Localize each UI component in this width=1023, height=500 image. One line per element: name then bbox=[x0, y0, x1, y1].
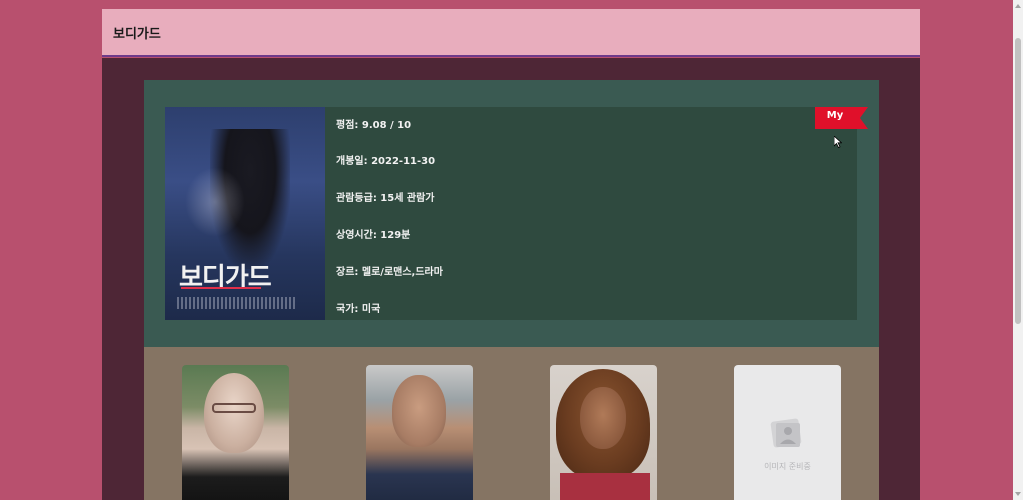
poster-credits bbox=[177, 297, 297, 309]
cast-card[interactable] bbox=[182, 365, 289, 500]
cast-photo-face bbox=[392, 375, 446, 447]
movie-details: 평점: 9.08 / 10 개봉일: 2022-11-30 관람등급: 15세 … bbox=[336, 107, 806, 320]
movie-poster: 보디가드 bbox=[165, 107, 325, 320]
detail-label: 관람등급 bbox=[336, 193, 373, 204]
cast-card[interactable] bbox=[366, 365, 473, 500]
scroll-up-icon[interactable] bbox=[1015, 4, 1021, 8]
detail-label: 장르 bbox=[336, 267, 355, 278]
cast-card-placeholder[interactable]: 이미지 준비중 bbox=[734, 365, 841, 500]
poster-underline bbox=[181, 287, 261, 289]
detail-label: 국가 bbox=[336, 304, 355, 315]
detail-value: 9.08 / 10 bbox=[361, 120, 412, 131]
mouse-pointer-icon bbox=[834, 136, 842, 148]
header-bar: 보디가드 bbox=[102, 9, 920, 57]
cast-photo-face bbox=[580, 387, 626, 449]
detail-release-date: 개봉일: 2022-11-30 bbox=[336, 156, 436, 167]
movie-info-card: 보디가드 평점: 9.08 / 10 개봉일: 2022-11-30 관람등급:… bbox=[165, 107, 868, 320]
cast-photo-face bbox=[204, 373, 264, 453]
detail-label: 상영시간 bbox=[336, 230, 373, 241]
cast-card[interactable] bbox=[550, 365, 657, 500]
detail-country: 국가: 미국 bbox=[336, 304, 381, 315]
detail-rating: 평점: 9.08 / 10 bbox=[336, 120, 412, 131]
my-button-label: My bbox=[826, 110, 844, 121]
detail-label: 개봉일 bbox=[336, 156, 364, 167]
page: 보디가드 보디가드 평점: 9.08 / 10 개봉일: 2022-11-30 bbox=[0, 0, 1023, 500]
image-placeholder-icon bbox=[770, 418, 802, 448]
main-content: 보디가드 평점: 9.08 / 10 개봉일: 2022-11-30 관람등급:… bbox=[102, 58, 920, 500]
detail-value: 129분 bbox=[380, 230, 411, 241]
detail-value: 멜로/로맨스,드라마 bbox=[361, 267, 443, 278]
movie-info-panel: 보디가드 평점: 9.08 / 10 개봉일: 2022-11-30 관람등급:… bbox=[144, 80, 879, 347]
placeholder-text: 이미지 준비중 bbox=[764, 462, 811, 471]
scroll-down-icon[interactable] bbox=[1015, 492, 1021, 496]
detail-value: 미국 bbox=[361, 304, 381, 315]
cast-photo-glasses bbox=[212, 403, 256, 413]
cast-photo-dress bbox=[560, 473, 650, 500]
detail-genre: 장르: 멜로/로맨스,드라마 bbox=[336, 267, 443, 278]
my-bookmark-button[interactable]: My bbox=[815, 107, 868, 129]
detail-age-rating: 관람등급: 15세 관람가 bbox=[336, 193, 435, 204]
detail-value: 15세 관람가 bbox=[380, 193, 435, 204]
detail-runtime: 상영시간: 129분 bbox=[336, 230, 411, 241]
detail-value: 2022-11-30 bbox=[371, 156, 436, 167]
scroll-thumb[interactable] bbox=[1015, 38, 1021, 324]
poster-highlight bbox=[185, 167, 245, 237]
vertical-scrollbar[interactable] bbox=[1013, 0, 1023, 500]
page-title: 보디가드 bbox=[113, 26, 161, 42]
cast-panel: 이미지 준비중 bbox=[144, 347, 879, 500]
detail-label: 평점 bbox=[336, 120, 355, 131]
